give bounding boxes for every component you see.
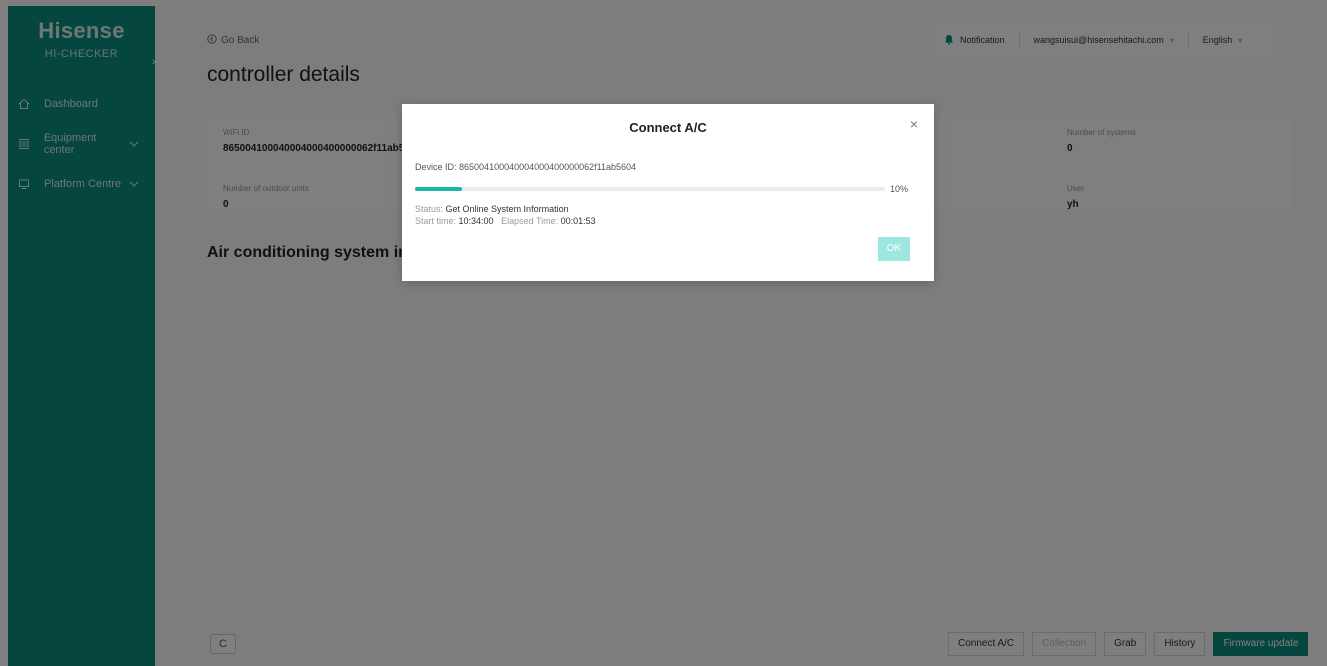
start-time-label: Start time: [415, 216, 457, 226]
dialog-title: Connect A/C [629, 120, 707, 135]
status-line: Status: Get Online System Information [415, 204, 569, 214]
close-icon[interactable]: × [910, 116, 918, 132]
elapsed-time-value: 00:01:53 [560, 216, 596, 226]
status-value: Get Online System Information [445, 204, 569, 214]
time-line: Start time: 10:34:00 Elapsed Time: 00:01… [415, 216, 596, 226]
progress-bar [415, 187, 885, 191]
modal-overlay[interactable] [0, 0, 1327, 666]
device-id-label: Device ID: [415, 162, 457, 172]
elapsed-time-label: Elapsed Time: [501, 216, 559, 226]
start-time-value: 10:34:00 [458, 216, 494, 226]
connect-ac-dialog: Connect A/C × Device ID: 865004100040004… [402, 104, 934, 281]
device-id-line: Device ID: 865004100040004000400000062f1… [415, 162, 636, 172]
ok-button[interactable]: OK [878, 237, 910, 261]
device-id-value: 865004100040004000400000062f11ab5604 [459, 162, 637, 172]
progress-percent: 10% [890, 184, 909, 194]
progress-fill [415, 187, 462, 191]
status-label: Status: [415, 204, 444, 214]
